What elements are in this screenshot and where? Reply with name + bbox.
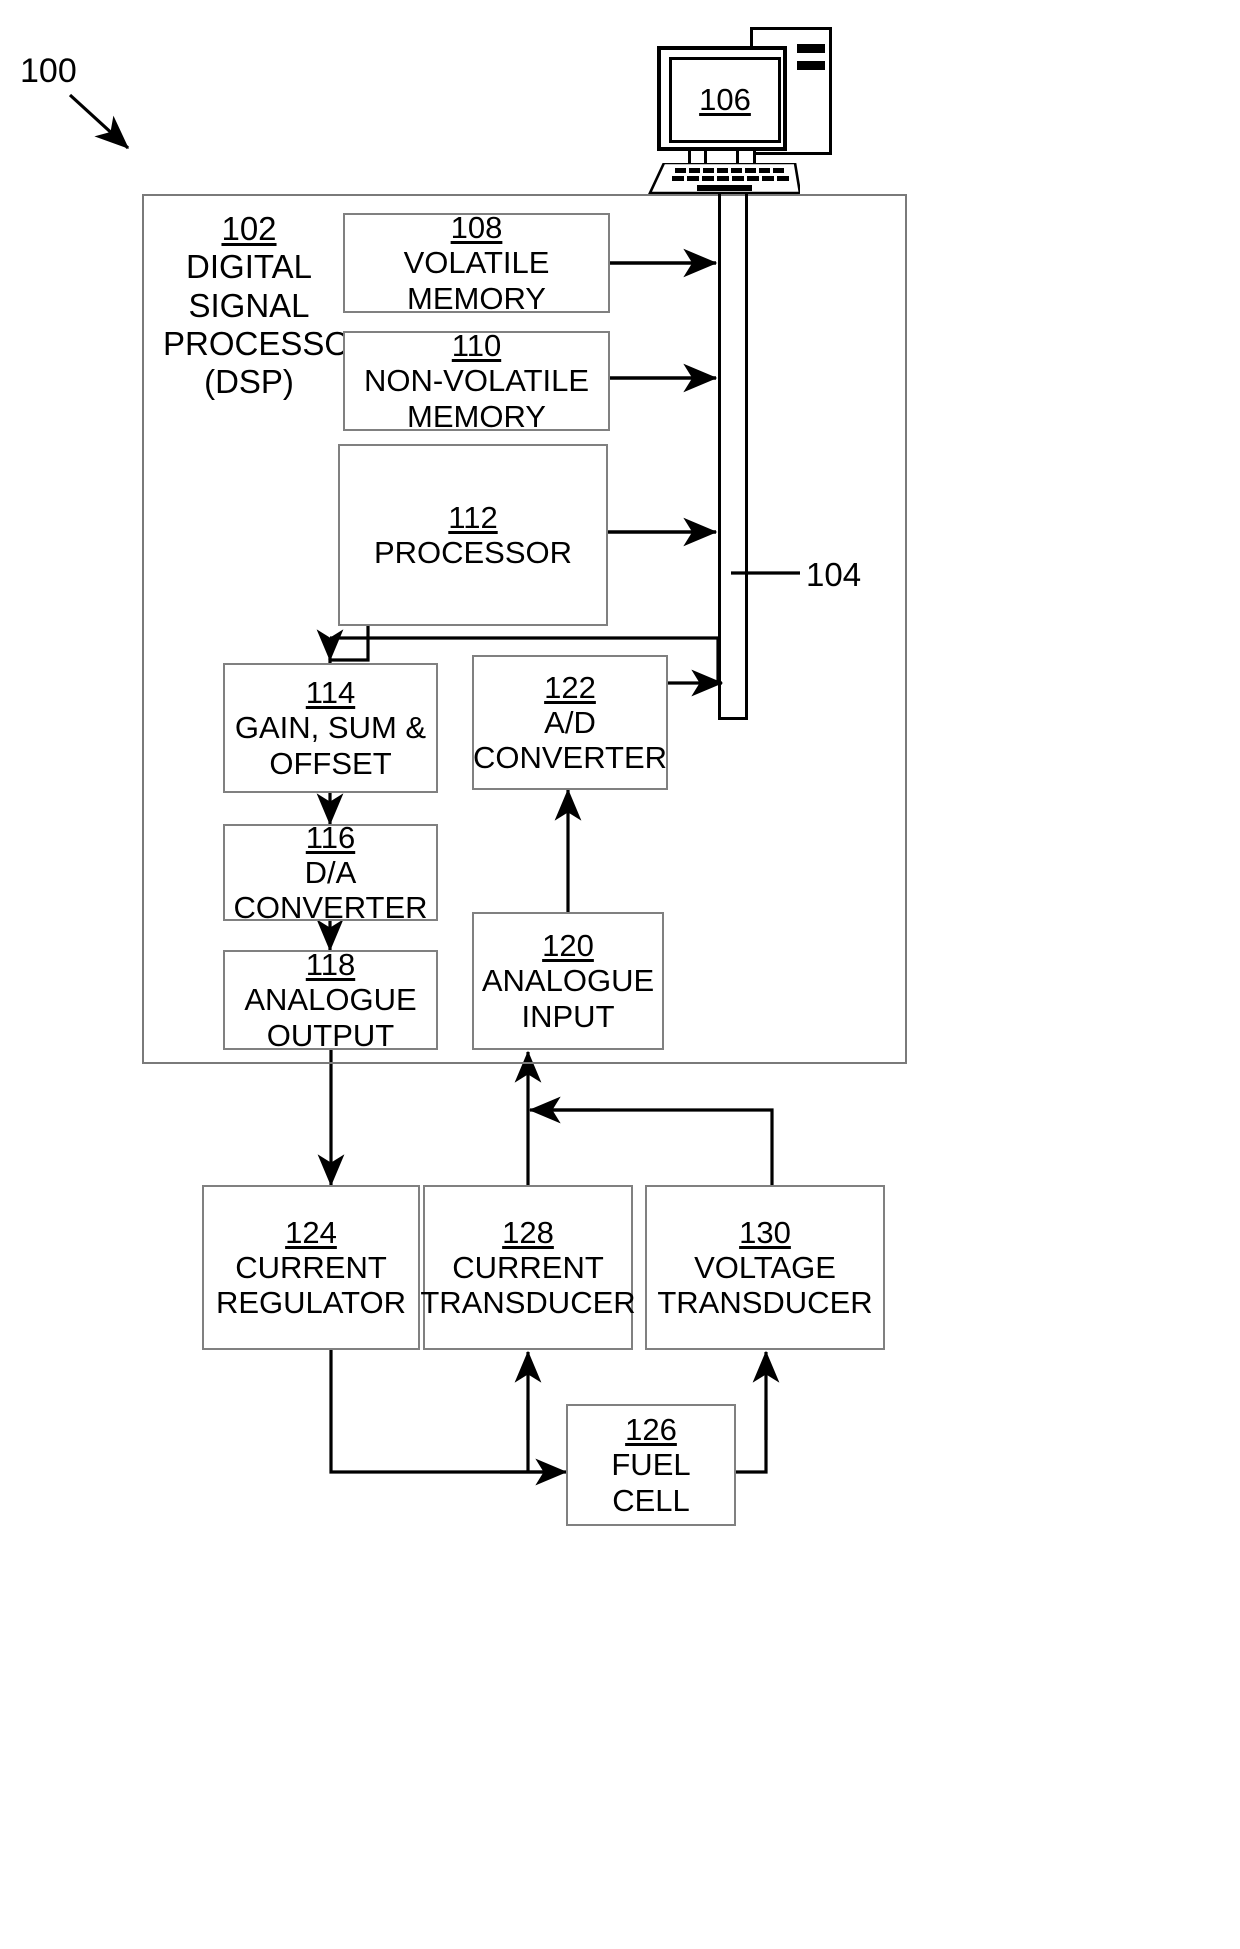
non-volatile-memory-line-1: NON-VOLATILE [363,363,590,399]
voltage-transducer-reference: 130 [739,1214,791,1250]
dsp-line-1: DIGITAL [186,248,312,286]
volatile-memory-line-1: VOLATILE [403,245,550,281]
block-non-volatile-memory: 110 NON-VOLATILE MEMORY [343,328,610,434]
block-current-transducer: 128 CURRENT TRANSDUCER [420,1185,636,1350]
current-transducer-line-1: CURRENT [452,1249,604,1285]
gain-sum-offset-line-1: GAIN, SUM & [234,710,427,746]
fuel-cell-line-2: CELL [612,1482,690,1518]
wire-fuelcell-to-voltage-transducer [736,1400,768,1474]
analogue-input-line-2: INPUT [521,998,615,1034]
current-transducer-line-2: TRANSDUCER [420,1285,636,1321]
leader-100 [68,93,130,150]
voltage-transducer-line-2: TRANSDUCER [657,1285,873,1321]
analogue-output-line-2: OUTPUT [266,1017,395,1053]
block-analogue-output: 118 ANALOGUE OUTPUT [223,947,438,1053]
block-voltage-transducer: 130 VOLTAGE TRANSDUCER [645,1185,885,1350]
dsp-line-3: PROCESSOR [163,324,374,362]
block-gain-sum-offset: 114 GAIN, SUM & OFFSET [223,663,438,793]
processor-line-1: PROCESSOR [373,535,573,570]
figure-canvas: 100 106 102 DIGITAL SIGNAL PROCESSOR (DS… [0,0,1240,1949]
block-fuel-cell: 126 FUEL CELL [566,1404,736,1526]
system-reference-label: 100 [20,52,77,90]
analogue-input-reference: 120 [542,928,594,963]
bus-reference-label: 104 [806,556,862,593]
dsp-title: 102 DIGITAL SIGNAL PROCESSOR (DSP) [163,210,374,401]
da-converter-line-2: CONVERTER [233,890,428,926]
wire-voltage-transducer-to-input [532,1108,774,1185]
ad-converter-line-2: CONVERTER [472,740,668,776]
block-volatile-memory: 108 VOLATILE MEMORY [343,210,610,316]
non-volatile-memory-line-2: MEMORY [407,398,546,434]
block-da-converter: 116 D/A CONVERTER [223,820,438,925]
dsp-reference-label: 102 [221,210,277,247]
fuel-cell-line-1: FUEL [611,1447,691,1483]
analogue-output-line-1: ANALOGUE [244,982,417,1018]
dsp-line-2: SIGNAL [188,286,310,324]
non-volatile-memory-reference: 110 [451,328,502,364]
block-processor: 112 PROCESSOR [338,444,608,626]
ad-converter-reference: 122 [544,669,596,705]
block-analogue-input: 120 ANALOGUE INPUT [472,912,664,1050]
gain-sum-offset-reference: 114 [305,675,356,710]
da-converter-line-1: D/A [304,854,357,890]
dsp-line-4: (DSP) [204,363,294,401]
voltage-transducer-line-1: VOLTAGE [694,1249,836,1285]
tower-slot-lower [797,61,825,70]
current-regulator-line-1: CURRENT [235,1249,387,1285]
bus-104 [718,192,748,720]
volatile-memory-line-2: MEMORY [407,280,546,316]
tower-slot-upper [797,44,825,53]
block-ad-converter: 122 A/D CONVERTER [472,655,668,790]
volatile-memory-reference: 108 [450,210,503,246]
computer-reference-label: 106 [699,82,751,117]
monitor-bezel: 106 [657,46,787,151]
keyboard [647,163,800,195]
processor-reference: 112 [448,499,498,535]
analogue-input-line-1: ANALOGUE [481,963,655,999]
ad-converter-line-1: A/D [544,704,596,740]
wire-regulator-to-fuelcell [329,1350,560,1474]
gain-sum-offset-line-2: OFFSET [269,745,392,781]
analogue-output-reference: 118 [305,947,356,983]
fuel-cell-reference: 126 [625,1412,677,1447]
block-current-regulator: 124 CURRENT REGULATOR [202,1185,420,1350]
current-regulator-reference: 124 [285,1214,337,1250]
da-converter-reference: 116 [305,819,356,855]
current-transducer-reference: 128 [502,1214,554,1250]
current-regulator-line-2: REGULATOR [215,1285,407,1321]
monitor-screen: 106 [669,57,781,143]
